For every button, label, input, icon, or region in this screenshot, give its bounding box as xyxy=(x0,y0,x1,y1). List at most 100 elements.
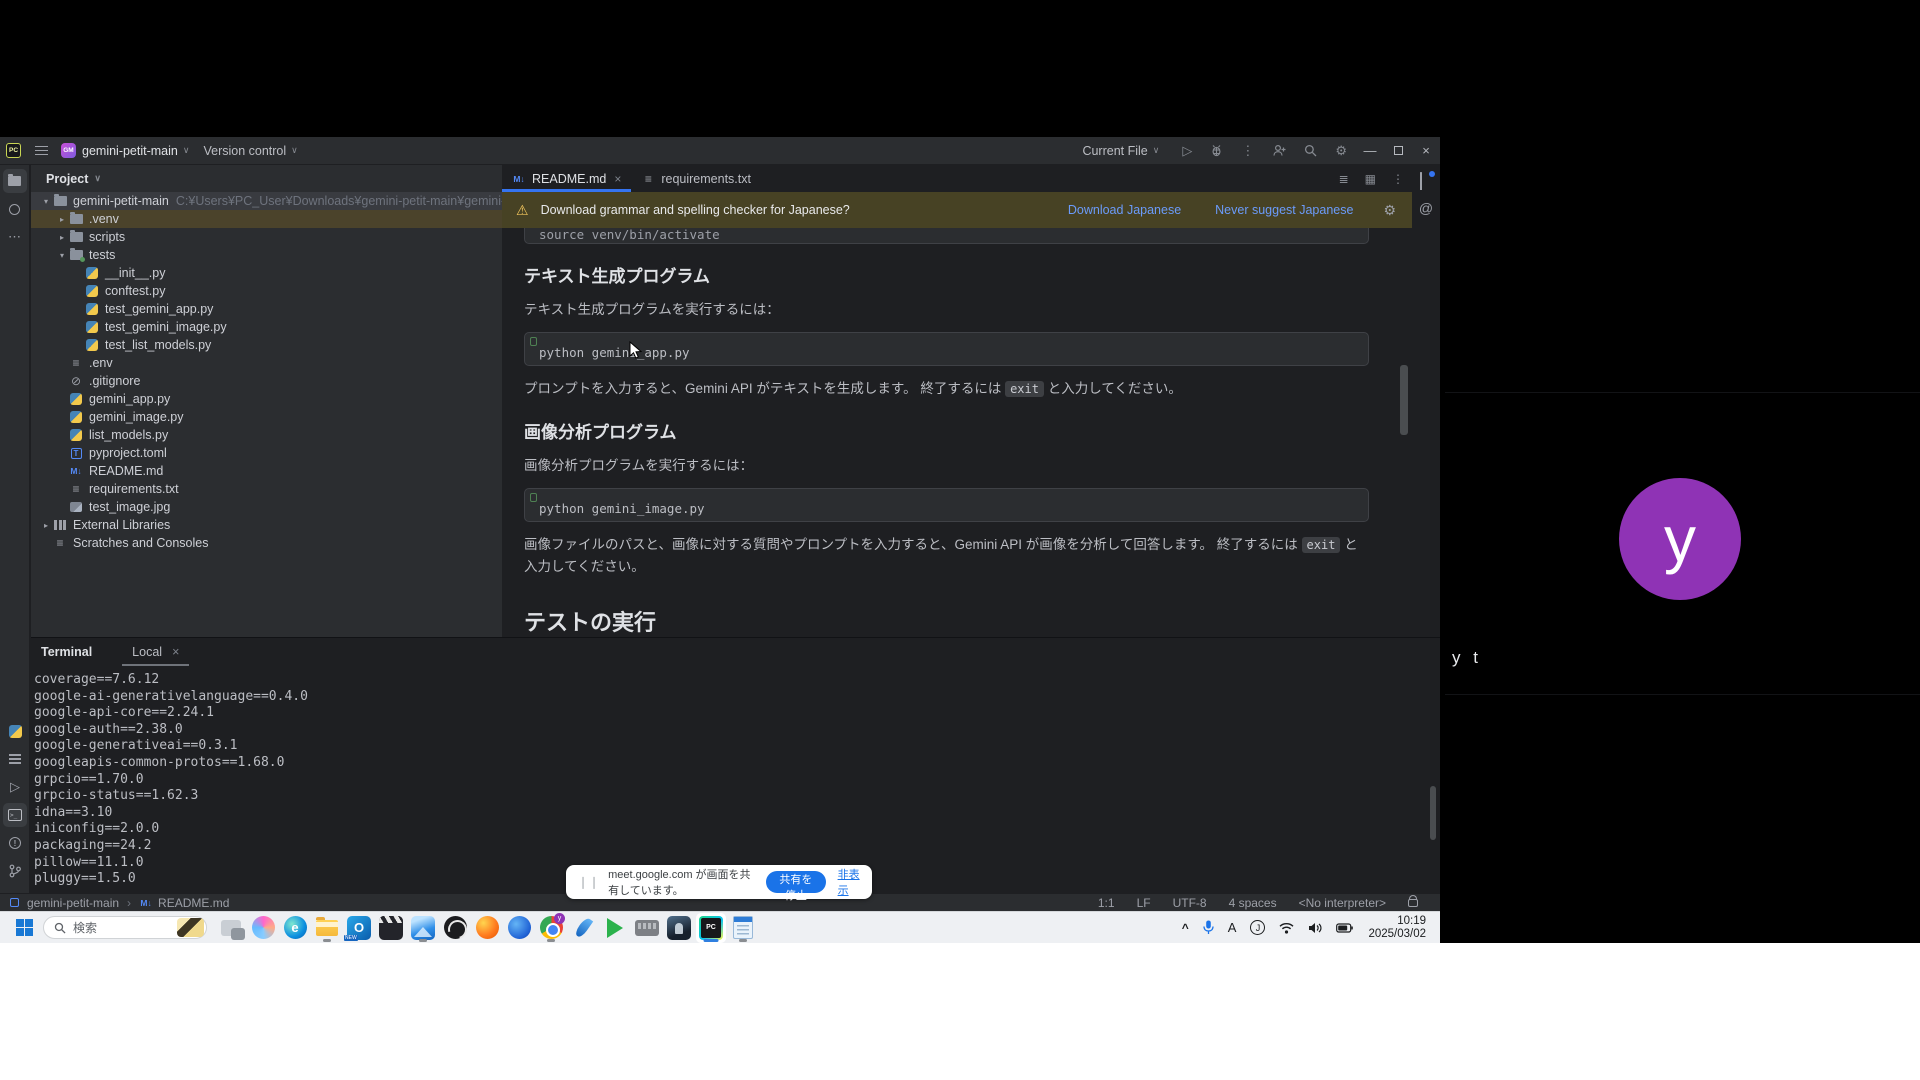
split-list-icon[interactable]: ≣ xyxy=(1339,172,1349,186)
markdown-paragraph[interactable]: プロンプトを入力すると、Gemini API がテキストを生成します。 終了する… xyxy=(524,378,1369,400)
taskbar-app-copilot[interactable] xyxy=(248,913,278,943)
tab-README.md[interactable]: M↓README.md× xyxy=(502,165,631,192)
layout-grid-icon[interactable]: ▦ xyxy=(1365,172,1376,186)
taskbar-app-browser[interactable] xyxy=(504,913,534,943)
tree-item-test_gemini_image.py[interactable]: test_gemini_image.py xyxy=(31,318,502,336)
project-panel-header[interactable]: Project∨ xyxy=(31,165,502,192)
microphone-icon[interactable] xyxy=(1203,920,1214,935)
more-options-icon[interactable]: ⋮ xyxy=(1392,172,1404,186)
taskbar-app-quill-app[interactable] xyxy=(568,913,598,943)
tree-item-ScratchesandConsoles[interactable]: ≡Scratches and Consoles xyxy=(31,534,502,552)
taskbar-app-chrome[interactable]: y xyxy=(536,913,566,943)
notifications-bell-icon[interactable] xyxy=(1420,173,1433,186)
git-branch-icon[interactable] xyxy=(3,859,27,883)
tree-item-test_list_models.py[interactable]: test_list_models.py xyxy=(31,336,502,354)
run-button[interactable]: ▷ xyxy=(1182,143,1192,159)
taskbar-app-notepad[interactable] xyxy=(728,913,758,943)
search-icon[interactable] xyxy=(1304,144,1317,157)
chevron-open-icon[interactable]: ▾ xyxy=(55,251,69,260)
project-name-menu[interactable]: gemini-petit-main xyxy=(82,144,178,158)
hidden-icons-chevron[interactable]: ^ xyxy=(1182,921,1189,935)
terminal-panel-title[interactable]: Terminal xyxy=(41,645,92,659)
code-block[interactable]: python gemini_app.py xyxy=(524,332,1369,366)
more-tools-icon[interactable]: ⋯ xyxy=(3,225,27,249)
terminal-session-tab[interactable]: Local× xyxy=(128,638,183,666)
taskbar-app-touch-keyboard[interactable] xyxy=(632,913,662,943)
taskbar-app-media-play-app[interactable] xyxy=(600,913,630,943)
debug-button[interactable] xyxy=(1210,144,1223,157)
battery-icon[interactable] xyxy=(1336,923,1353,933)
close-button[interactable]: × xyxy=(1412,138,1440,164)
chevron-closed-icon[interactable]: ▸ xyxy=(39,521,53,530)
drag-handle-icon[interactable]: ❘❘ xyxy=(578,875,600,889)
encoding[interactable]: UTF-8 xyxy=(1173,896,1207,910)
code-block[interactable]: python gemini_image.py xyxy=(524,488,1369,522)
volume-icon[interactable] xyxy=(1308,922,1322,934)
settings-gear-icon[interactable]: ⚙ xyxy=(1335,143,1347,159)
chevron-closed-icon[interactable]: ▸ xyxy=(55,233,69,242)
never-suggest-japanese-link[interactable]: Never suggest Japanese xyxy=(1215,203,1353,217)
hide-popup-link[interactable]: 非表示 xyxy=(838,866,860,898)
indent-style[interactable]: 4 spaces xyxy=(1229,896,1277,910)
tree-item-tests[interactable]: ▾tests xyxy=(31,246,502,264)
tree-item-.gitignore[interactable]: ⊘.gitignore xyxy=(31,372,502,390)
taskbar-app-pycharm[interactable]: PC xyxy=(696,913,726,943)
version-control-menu[interactable]: Version control xyxy=(203,144,286,158)
project-tool-icon[interactable] xyxy=(3,169,27,193)
markdown-heading[interactable]: テキスト生成プログラム xyxy=(524,262,1369,287)
markdown-paragraph[interactable]: 画像ファイルのパスと、画像に対する質問やプロンプトを入力すると、Gemini A… xyxy=(524,534,1369,577)
tree-item-gemini_image.py[interactable]: gemini_image.py xyxy=(31,408,502,426)
tree-item-gemini_app.py[interactable]: gemini_app.py xyxy=(31,390,502,408)
wifi-icon[interactable] xyxy=(1279,922,1294,934)
tree-item-test_image.jpg[interactable]: test_image.jpg xyxy=(31,498,502,516)
tree-item-conftest.py[interactable]: conftest.py xyxy=(31,282,502,300)
interpreter-selector[interactable]: <No interpreter> xyxy=(1299,896,1386,910)
markdown-paragraph[interactable]: テキスト生成プログラムを実行するには： xyxy=(524,299,1369,320)
ime-mode-icon[interactable]: A xyxy=(1228,920,1237,935)
tree-item-requirements.txt[interactable]: ≡requirements.txt xyxy=(31,480,502,498)
add-user-icon[interactable] xyxy=(1272,144,1286,157)
tree-item-ExternalLibraries[interactable]: ▸External Libraries xyxy=(31,516,502,534)
minimize-button[interactable]: — xyxy=(1356,138,1384,164)
chevron-open-icon[interactable]: ▾ xyxy=(39,197,53,206)
commit-tool-icon[interactable] xyxy=(3,197,27,221)
markdown-heading[interactable]: 画像分析プログラム xyxy=(524,418,1369,443)
problems-icon[interactable]: ! xyxy=(3,831,27,855)
download-japanese-link[interactable]: Download Japanese xyxy=(1068,203,1181,217)
tree-item-scripts[interactable]: ▸scripts xyxy=(31,228,502,246)
editor-scrollbar[interactable] xyxy=(1400,365,1408,435)
tree-item-gemini-petit-main[interactable]: ▾gemini-petit-mainC:¥Users¥PC_User¥Downl… xyxy=(31,192,502,210)
chevron-closed-icon[interactable]: ▸ xyxy=(55,215,69,224)
tree-item-README.md[interactable]: M↓README.md xyxy=(31,462,502,480)
more-options-icon[interactable]: ⋮ xyxy=(1241,143,1254,159)
services-icon[interactable]: ▷ xyxy=(3,775,27,799)
taskbar-app-photos[interactable] xyxy=(408,913,438,943)
ime-language-icon[interactable]: J xyxy=(1250,920,1265,935)
caret-position[interactable]: 1:1 xyxy=(1098,896,1115,910)
run-configuration-selector[interactable]: Current File xyxy=(1082,144,1147,158)
terminal-tool-icon[interactable]: >_ xyxy=(3,803,27,827)
tab-requirements.txt[interactable]: ≡requirements.txt xyxy=(631,165,761,192)
taskbar-app-file-explorer[interactable] xyxy=(312,913,342,943)
tree-item-.env[interactable]: ≡.env xyxy=(31,354,502,372)
taskbar-app-firefox[interactable] xyxy=(472,913,502,943)
maximize-button[interactable] xyxy=(1384,138,1412,164)
ai-assistant-icon[interactable]: @ xyxy=(1412,200,1440,216)
taskbar-app-obs-studio[interactable] xyxy=(440,913,470,943)
taskbar-app-video-editor[interactable] xyxy=(376,913,406,943)
tree-item-__init__.py[interactable]: __init__.py xyxy=(31,264,502,282)
banner-settings-gear-icon[interactable]: ⚙ xyxy=(1383,202,1396,219)
stop-sharing-button[interactable]: 共有を停止 xyxy=(766,871,825,893)
tree-item-pyproject.toml[interactable]: Tpyproject.toml xyxy=(31,444,502,462)
taskbar-app-kindle[interactable] xyxy=(664,913,694,943)
markdown-paragraph[interactable]: 画像分析プログラムを実行するには： xyxy=(524,455,1369,476)
line-ending[interactable]: LF xyxy=(1137,896,1151,910)
taskbar-search-input[interactable]: 検索 xyxy=(43,916,207,939)
taskbar-app-outlook[interactable]: ONEW xyxy=(344,913,374,943)
project-color-chip[interactable]: GM xyxy=(61,143,76,158)
start-button[interactable] xyxy=(16,919,33,936)
unlock-icon[interactable] xyxy=(1408,899,1418,907)
tree-item-list_models.py[interactable]: list_models.py xyxy=(31,426,502,444)
taskbar-app-edge-browser[interactable]: e xyxy=(280,913,310,943)
python-packages-icon[interactable] xyxy=(3,747,27,771)
